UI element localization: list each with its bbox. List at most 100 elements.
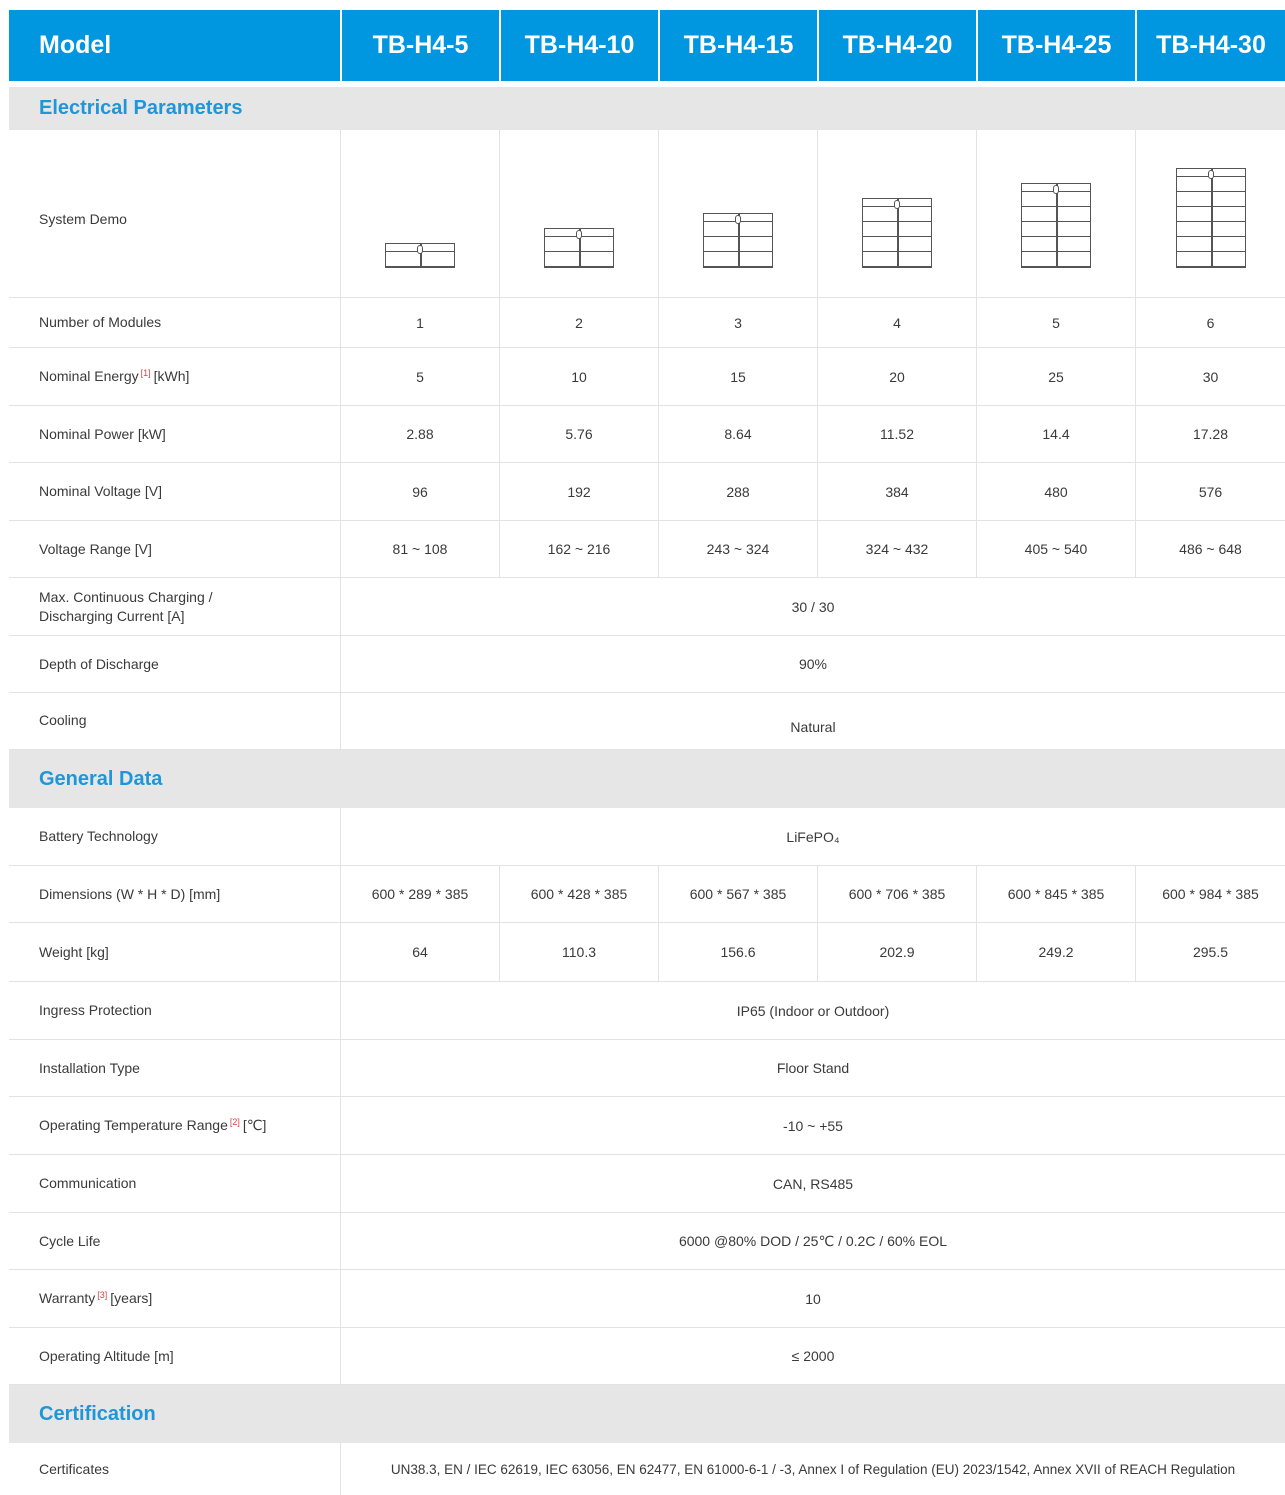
- value-cell: Floor Stand: [340, 1040, 1285, 1097]
- battery-stack-icon: [1175, 168, 1246, 268]
- row-installation: Installation Type Floor Stand: [9, 1040, 1285, 1097]
- value-cell: 30: [1135, 348, 1285, 406]
- value-cell: 480: [976, 463, 1135, 521]
- row-technology: Battery Technology LiFePO₄: [9, 808, 1285, 866]
- value-cell: Natural: [340, 693, 1285, 750]
- row-label: Nominal Power [kW]: [9, 406, 340, 463]
- row-label: Cooling: [9, 693, 340, 750]
- label-text: Warranty: [39, 1290, 96, 1306]
- row-label: Max. Continuous Charging / Discharging C…: [9, 578, 340, 636]
- label-line: Discharging Current [A]: [39, 607, 185, 624]
- row-certificates: Certificates UN38.3, EN / IEC 62619, IEC…: [9, 1443, 1285, 1495]
- row-label: System Demo: [9, 130, 340, 298]
- value-cell: 20: [817, 348, 976, 406]
- footnote-ref: [3]: [97, 1290, 108, 1300]
- label-text: Nominal Energy: [39, 368, 139, 384]
- footnote-ref: [1]: [140, 368, 151, 378]
- power-switch-icon: [894, 200, 900, 209]
- row-system-demo: System Demo: [9, 130, 1285, 298]
- section-title: Certification: [39, 1402, 156, 1425]
- row-label: Certificates: [39, 1460, 110, 1477]
- row-energy: Nominal Energy [1] [kWh] 5 10 15 20 25 30: [9, 348, 1285, 406]
- table-header-row: Model TB-H4-5 TB-H4-10 TB-H4-15 TB-H4-20…: [9, 10, 1285, 81]
- value-cell: 600 * 984 * 385: [1135, 866, 1285, 923]
- system-demo-3: [658, 130, 817, 298]
- footnote-ref: [2]: [229, 1117, 240, 1127]
- value-cell: 8.64: [658, 406, 817, 463]
- model-col-2: TB-H4-10: [499, 10, 658, 81]
- value-cell: UN38.3, EN / IEC 62619, IEC 63056, EN 62…: [340, 1443, 1285, 1495]
- value-cell: 6: [1135, 298, 1285, 348]
- value-cell: 600 * 706 * 385: [817, 866, 976, 923]
- label-unit: [years]: [110, 1290, 153, 1306]
- label-unit: [℃]: [242, 1117, 267, 1133]
- row-label: Installation Type: [9, 1040, 340, 1097]
- value-cell: 600 * 428 * 385: [499, 866, 658, 923]
- power-switch-icon: [576, 230, 582, 239]
- value-cell: CAN, RS485: [340, 1155, 1285, 1213]
- row-label: Nominal Energy [1] [kWh]: [9, 348, 340, 406]
- row-ingress: Ingress Protection IP65 (Indoor or Outdo…: [9, 982, 1285, 1040]
- value-cell: 10: [340, 1270, 1285, 1328]
- model-col-4: TB-H4-20: [817, 10, 976, 81]
- row-label: Nominal Voltage [V]: [9, 463, 340, 521]
- value-cell: 90%: [340, 636, 1285, 693]
- value-cell: 295.5: [1135, 923, 1285, 982]
- row-label: Operating Temperature Range [2] [℃]: [9, 1097, 340, 1155]
- value-cell: ≤ 2000: [340, 1328, 1285, 1385]
- system-demo-4: [817, 130, 976, 298]
- value-cell: 249.2: [976, 923, 1135, 982]
- value-cell: 576: [1135, 463, 1285, 521]
- model-col-1: TB-H4-5: [340, 10, 499, 81]
- system-demo-5: [976, 130, 1135, 298]
- stack-spine: [1210, 169, 1213, 267]
- system-demo-2: [499, 130, 658, 298]
- model-col-5: TB-H4-25: [976, 10, 1135, 81]
- value-cell: 243 ~ 324: [658, 521, 817, 578]
- model-col-3: TB-H4-15: [658, 10, 817, 81]
- value-cell: 600 * 845 * 385: [976, 866, 1135, 923]
- battery-stack-icon: [703, 213, 773, 268]
- value-cell: 3: [658, 298, 817, 348]
- battery-stack-icon: [544, 228, 614, 268]
- row-temperature: Operating Temperature Range [2] [℃] -10 ~ …: [9, 1097, 1285, 1155]
- section-general: General Data: [9, 750, 1285, 808]
- row-current: Max. Continuous Charging / Discharging C…: [9, 578, 1285, 636]
- model-col-6: TB-H4-30: [1135, 10, 1285, 81]
- row-label: Operating Altitude [m]: [9, 1328, 340, 1385]
- value-cell: -10 ~ +55: [340, 1097, 1285, 1155]
- row-cooling: Cooling Natural: [9, 693, 1285, 750]
- row-label: Ingress Protection: [9, 982, 340, 1040]
- label-unit: [kWh]: [153, 368, 190, 384]
- row-communication: Communication CAN, RS485: [9, 1155, 1285, 1213]
- value-cell: 30 / 30: [340, 578, 1285, 636]
- label-text: Operating Temperature Range: [39, 1117, 228, 1133]
- value-cell: 25: [976, 348, 1135, 406]
- row-dimensions: Dimensions (W * H * D) [mm] 600 * 289 * …: [9, 866, 1285, 923]
- value-cell: 5: [340, 348, 499, 406]
- battery-stack-icon: [385, 243, 455, 268]
- value-cell: 2.88: [340, 406, 499, 463]
- value-cell: 15: [658, 348, 817, 406]
- row-warranty: Warranty [3] [years] 10: [9, 1270, 1285, 1328]
- value-cell: 1: [340, 298, 499, 348]
- row-label: Weight [kg]: [9, 923, 340, 982]
- row-label: Cycle Life: [9, 1213, 340, 1270]
- row-altitude: Operating Altitude [m] ≤ 2000: [9, 1328, 1285, 1385]
- value-cell: IP65 (Indoor or Outdoor): [340, 982, 1285, 1040]
- stack-spine: [1056, 184, 1058, 267]
- value-cell: 2: [499, 298, 658, 348]
- value-cell: 17.28: [1135, 406, 1285, 463]
- system-demo-1: [340, 130, 499, 298]
- row-power: Nominal Power [kW] 2.88 5.76 8.64 11.52 …: [9, 406, 1285, 463]
- value-cell: 600 * 289 * 385: [340, 866, 499, 923]
- row-cycle-life: Cycle Life 6000 @80% DOD / 25℃ / 0.2C / …: [9, 1213, 1285, 1270]
- row-dod: Depth of Discharge 90%: [9, 636, 1285, 693]
- row-label: Communication: [9, 1155, 340, 1213]
- section-title: Electrical Parameters: [39, 97, 243, 119]
- row-voltage-range: Voltage Range [V] 81 ~ 108 162 ~ 216 243…: [9, 521, 1285, 578]
- row-label: Number of Modules: [9, 298, 340, 348]
- power-switch-icon: [417, 245, 423, 254]
- label-line: Max. Continuous Charging /: [39, 588, 213, 605]
- value-cell: 6000 @80% DOD / 25℃ / 0.2C / 60% EOL: [340, 1213, 1285, 1270]
